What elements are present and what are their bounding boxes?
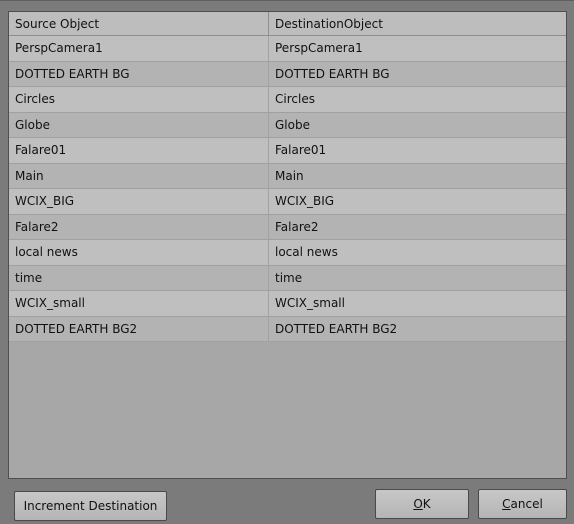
increment-destination-label: Increment Destination <box>23 499 158 513</box>
ok-label-rest: K <box>422 497 431 511</box>
source-object-cell[interactable]: Circles <box>9 87 269 112</box>
table-row[interactable]: WCIX_small WCIX_small <box>9 291 566 317</box>
table-row[interactable]: Main Main <box>9 163 566 189</box>
cancel-button[interactable]: Cancel <box>478 489 567 519</box>
table-row[interactable]: Falare01 Falare01 <box>9 138 566 164</box>
source-object-cell[interactable]: DOTTED EARTH BG <box>9 61 269 86</box>
table-body: PerspCamera1 PerspCamera1 DOTTED EARTH B… <box>9 36 566 342</box>
ok-button[interactable]: OK <box>375 489 469 519</box>
column-header-destination-object[interactable]: DestinationObject <box>269 12 566 35</box>
source-object-cell[interactable]: Falare01 <box>9 138 269 163</box>
table-row[interactable]: WCIX_BIG WCIX_BIG <box>9 189 566 215</box>
source-object-cell[interactable]: Main <box>9 163 269 188</box>
destination-object-cell[interactable]: Globe <box>269 113 566 138</box>
column-header-source-object[interactable]: Source Object <box>9 12 269 35</box>
destination-object-cell[interactable]: DOTTED EARTH BG2 <box>269 317 566 342</box>
cancel-mnemonic: C <box>502 497 511 511</box>
destination-object-cell[interactable]: DOTTED EARTH BG <box>269 62 566 87</box>
source-object-cell[interactable]: local news <box>9 240 269 265</box>
ok-mnemonic: O <box>413 497 423 511</box>
table-row[interactable]: local news local news <box>9 240 566 266</box>
object-mapping-dialog: Source Object DestinationObject PerspCam… <box>0 0 574 524</box>
increment-destination-button[interactable]: Increment Destination <box>14 491 167 521</box>
table-row[interactable]: DOTTED EARTH BG2 DOTTED EARTH BG2 <box>9 316 566 342</box>
cancel-label-rest: ancel <box>510 497 543 511</box>
destination-object-cell[interactable]: Main <box>269 164 566 189</box>
destination-object-cell[interactable]: PerspCamera1 <box>269 36 566 61</box>
object-mapping-table: Source Object DestinationObject PerspCam… <box>8 11 567 479</box>
destination-object-cell[interactable]: WCIX_small <box>269 291 566 316</box>
table-row[interactable]: Falare2 Falare2 <box>9 214 566 240</box>
source-object-cell[interactable]: WCIX_BIG <box>9 189 269 214</box>
destination-object-cell[interactable]: local news <box>269 240 566 265</box>
table-row[interactable]: Circles Circles <box>9 87 566 113</box>
source-object-cell[interactable]: time <box>9 265 269 290</box>
destination-object-cell[interactable]: Falare2 <box>269 215 566 240</box>
source-object-cell[interactable]: Globe <box>9 112 269 137</box>
destination-object-cell[interactable]: Falare01 <box>269 138 566 163</box>
source-object-cell[interactable]: WCIX_small <box>9 291 269 316</box>
destination-object-cell[interactable]: time <box>269 266 566 291</box>
source-object-cell[interactable]: DOTTED EARTH BG2 <box>9 316 269 341</box>
table-row[interactable]: DOTTED EARTH BG DOTTED EARTH BG <box>9 61 566 87</box>
source-object-cell[interactable]: PerspCamera1 <box>9 36 269 61</box>
table-row[interactable]: Globe Globe <box>9 112 566 138</box>
destination-object-cell[interactable]: WCIX_BIG <box>269 189 566 214</box>
table-header: Source Object DestinationObject <box>9 12 566 36</box>
source-object-cell[interactable]: Falare2 <box>9 214 269 239</box>
table-row[interactable]: time time <box>9 265 566 291</box>
table-row[interactable]: PerspCamera1 PerspCamera1 <box>9 36 566 62</box>
destination-object-cell[interactable]: Circles <box>269 87 566 112</box>
